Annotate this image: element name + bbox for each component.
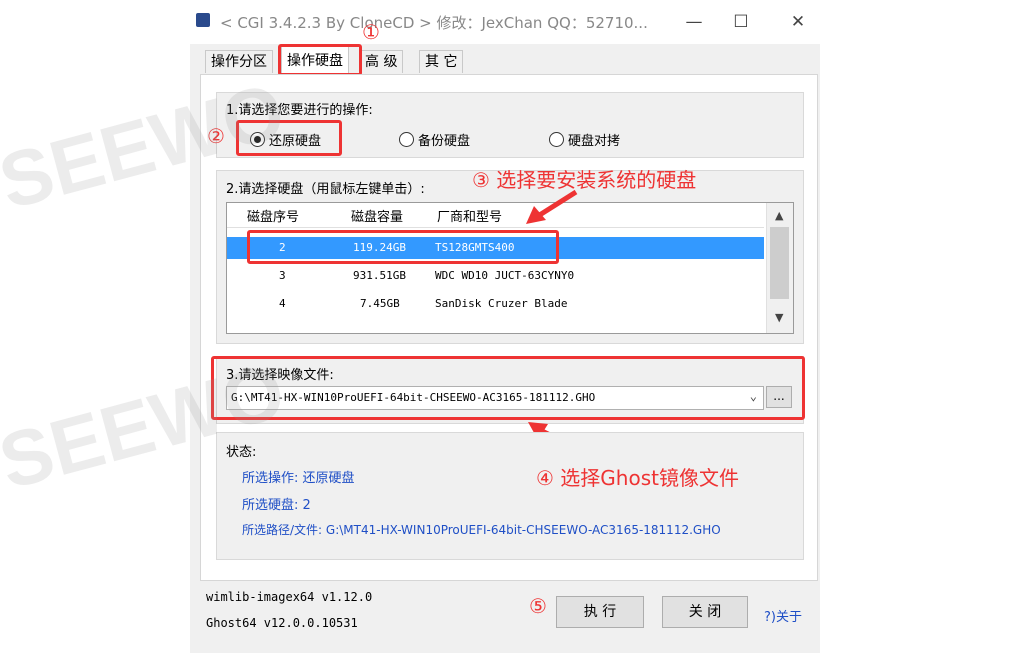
tab-other[interactable]: 其 它 xyxy=(419,50,464,73)
disk-row[interactable]: 4 7.45GB SanDisk Cruzer Blade xyxy=(227,293,764,315)
disk-row[interactable]: 3 931.51GB WDC WD10 JUCT-63CYNY0 xyxy=(227,265,764,287)
disk-index: 3 xyxy=(279,269,286,282)
disk-model: WDC WD10 JUCT-63CYNY0 xyxy=(435,269,575,282)
operation-title: 1.请选择您要进行的操作: xyxy=(226,103,373,118)
disk-model: SanDisk Cruzer Blade xyxy=(435,297,568,310)
disk-capacity: 931.51GB xyxy=(353,269,406,282)
restore-highlight xyxy=(236,120,342,156)
step1-marker: ① xyxy=(362,20,380,44)
step5-marker: ⑤ xyxy=(529,594,547,618)
chevron-down-icon[interactable]: ▼ xyxy=(775,311,783,324)
close-window-button[interactable]: ✕ xyxy=(780,8,816,36)
clone-radio-label: 硬盘对拷 xyxy=(568,134,621,149)
about-link[interactable]: ?)关于 xyxy=(764,606,802,625)
disk-list-scrollbar[interactable]: ▲ ▼ xyxy=(766,203,793,333)
status-disk: 所选硬盘: 2 xyxy=(242,498,311,513)
status-path: 所选路径/文件: G:\MT41-HX-WIN10ProUEFI-64bit-C… xyxy=(242,523,721,537)
wimlib-version: wimlib-imagex64 v1.12.0 xyxy=(206,590,373,604)
step3-annotation: ③ 选择要安装系统的硬盘 xyxy=(472,168,697,192)
execute-button[interactable]: 执 行 xyxy=(556,596,644,628)
maximize-button[interactable]: ☐ xyxy=(723,8,759,36)
status-title: 状态: xyxy=(226,445,257,460)
clone-radio[interactable]: 硬盘对拷 xyxy=(549,130,620,149)
disk-capacity: 7.45GB xyxy=(360,297,400,310)
step2-marker: ② xyxy=(207,124,225,148)
status-operation: 所选操作: 还原硬盘 xyxy=(242,471,355,486)
tab-advanced[interactable]: 高 级 xyxy=(359,50,404,73)
disk-index: 4 xyxy=(279,297,286,310)
image-file-highlight xyxy=(211,356,805,420)
app-icon xyxy=(196,13,210,27)
disk-title: 2.请选择硬盘（用鼠标左键单击）: xyxy=(226,182,425,197)
scrollbar-thumb[interactable] xyxy=(770,227,789,299)
tab-disk-highlight xyxy=(278,44,362,76)
disk-list-header: 磁盘序号 磁盘容量 厂商和型号 xyxy=(227,203,764,228)
backup-radio-label: 备份硬盘 xyxy=(418,134,471,149)
minimize-button[interactable]: — xyxy=(676,8,712,36)
tab-partition[interactable]: 操作分区 xyxy=(205,50,273,73)
column-index[interactable]: 磁盘序号 xyxy=(247,206,299,225)
ghost-version: Ghost64 v12.0.0.10531 xyxy=(206,616,358,630)
backup-radio[interactable]: 备份硬盘 xyxy=(399,130,470,149)
column-model[interactable]: 厂商和型号 xyxy=(437,206,502,225)
step3-arrow xyxy=(526,189,578,224)
radio-unchecked-icon xyxy=(399,132,414,147)
column-capacity[interactable]: 磁盘容量 xyxy=(351,206,403,225)
window-title: < CGI 3.4.2.3 By CloneCD > 修改：JexChan QQ… xyxy=(220,14,648,32)
radio-unchecked-icon xyxy=(549,132,564,147)
disk-list[interactable]: 磁盘序号 磁盘容量 厂商和型号 2 119.24GB TS128GMTS400 … xyxy=(226,202,794,334)
chevron-up-icon[interactable]: ▲ xyxy=(775,209,783,222)
disk-row-highlight xyxy=(247,230,559,264)
close-button[interactable]: 关 闭 xyxy=(662,596,748,628)
step4-annotation: ④ 选择Ghost镜像文件 xyxy=(536,466,739,490)
